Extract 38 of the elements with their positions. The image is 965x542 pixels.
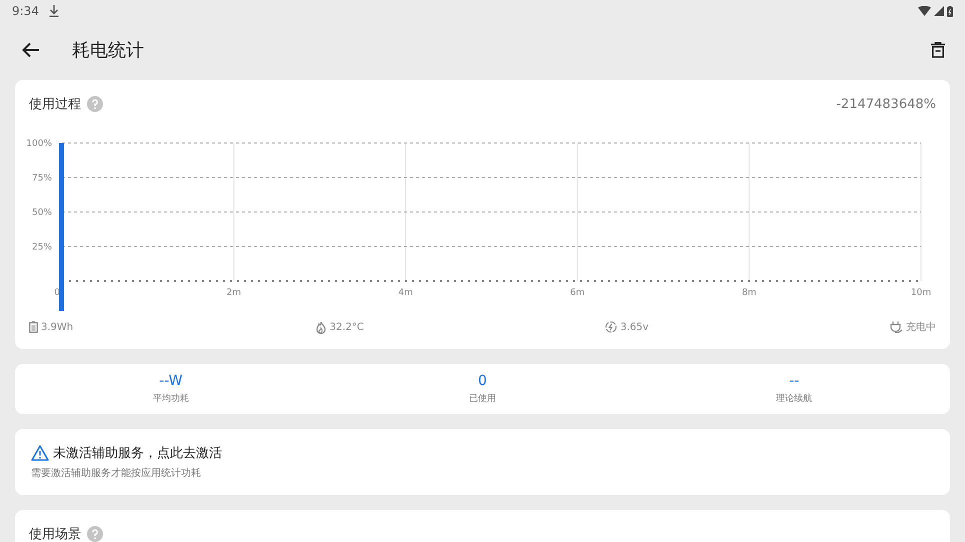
notice-subtitle: 需要激活辅助服务才能按应用统计功耗 [31, 466, 202, 480]
page-title: 耗电统计 [72, 39, 145, 62]
wifi-icon [918, 6, 931, 16]
reading: 3.65v [620, 322, 649, 332]
stat-label: 理论续航 [776, 392, 812, 405]
y-tick-label: 50% [32, 208, 52, 218]
x-tick-label: 2m [226, 288, 242, 298]
back-arrow-icon[interactable] [22, 42, 40, 58]
stat-label: 已使用 [469, 392, 496, 405]
card-title: 使用场景 [29, 526, 81, 542]
trash-icon[interactable] [931, 42, 945, 58]
flame-icon [314, 320, 327, 334]
y-tick-label: 75% [32, 174, 52, 184]
card-title: 使用过程 [29, 96, 81, 113]
reading: 3.9Wh [41, 322, 74, 332]
reading: 充电中 [906, 320, 936, 334]
battery-icon [29, 321, 38, 333]
reading: 32.2°C [330, 322, 364, 332]
signal-icon [934, 6, 944, 16]
download-icon [48, 5, 59, 17]
y-tick-label: 100% [26, 139, 52, 149]
stat-label: 平均功耗 [152, 392, 189, 405]
notice-card[interactable]: 未激活辅助服务，点此去激活 需要激活辅助服务才能按应用统计功耗 [15, 429, 950, 495]
x-tick-label: 6m [570, 288, 585, 298]
x-tick-label: 10m [910, 288, 932, 298]
plug-icon [890, 321, 903, 333]
y-tick-label: 25% [32, 242, 52, 252]
x-tick-label: 8m [742, 288, 756, 298]
notice-title: 未激活辅助服务，点此去激活 [53, 445, 222, 462]
usage-percent: -2147483648% [836, 96, 936, 112]
x-tick-label: 4m [398, 288, 413, 298]
battery-icon [947, 6, 953, 16]
warning-icon [31, 445, 49, 461]
stat-value: 0 [478, 373, 487, 389]
bolt-icon [605, 321, 618, 333]
stat-value: -- [789, 373, 800, 389]
clock: 9:34 [12, 4, 39, 18]
stat-value: --W [159, 373, 183, 389]
